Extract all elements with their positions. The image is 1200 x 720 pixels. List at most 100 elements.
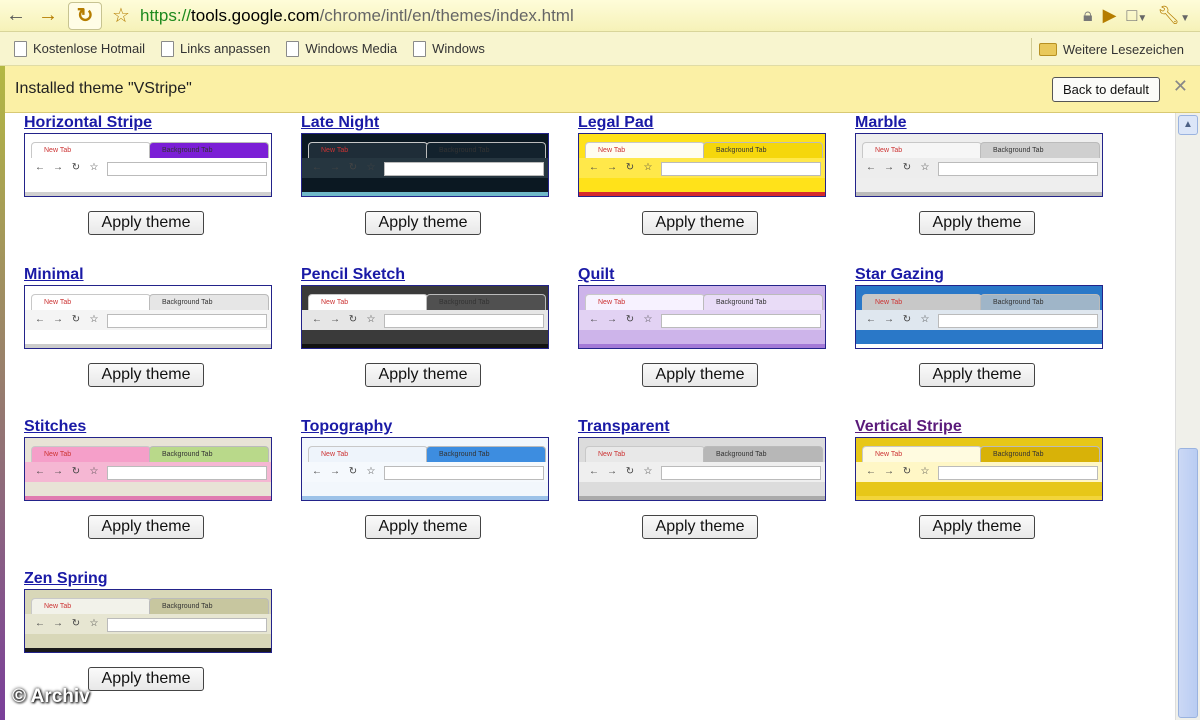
thumb-back-icon: ← <box>866 162 876 173</box>
thumb-star-icon: ☆ <box>920 314 930 325</box>
thumbnail-tabstrip: New Tab Background Tab <box>302 142 548 158</box>
back-arrow-icon[interactable]: ← <box>0 1 32 31</box>
theme-thumbnail[interactable]: New Tab Background Tab ← → ↻ ☆ <box>855 133 1103 197</box>
theme-title-link[interactable]: Legal Pad <box>578 113 826 133</box>
thumbnail-tabstrip: New Tab Background Tab <box>579 142 825 158</box>
theme-thumbnail[interactable]: New Tab Background Tab ← → ↻ ☆ <box>855 437 1103 501</box>
thumbnail-omnibox <box>384 162 544 176</box>
theme-thumbnail[interactable]: New Tab Background Tab ← → ↻ ☆ <box>24 133 272 197</box>
theme-thumbnail[interactable]: New Tab Background Tab ← → ↻ ☆ <box>578 133 826 197</box>
thumbnail-active-tab: New Tab <box>308 446 428 462</box>
thumbnail-active-tab: New Tab <box>585 294 705 310</box>
folder-icon <box>1038 42 1057 56</box>
thumb-forward-icon: → <box>884 466 894 477</box>
theme-title-link[interactable]: Pencil Sketch <box>301 265 549 285</box>
theme-title-link[interactable]: Minimal <box>24 265 272 285</box>
apply-theme-button[interactable]: Apply theme <box>88 515 204 539</box>
apply-theme-button[interactable]: Apply theme <box>642 211 758 235</box>
url-scheme: https:// <box>140 5 192 25</box>
theme-title-link[interactable]: Horizontal Stripe <box>24 113 272 133</box>
theme-thumbnail[interactable]: New Tab Background Tab ← → ↻ ☆ <box>24 589 272 653</box>
theme-thumbnail[interactable]: New Tab Background Tab ← → ↻ ☆ <box>578 285 826 349</box>
reload-icon[interactable]: ↻ <box>68 1 102 30</box>
thumb-forward-icon: → <box>884 162 894 173</box>
theme-thumbnail[interactable]: New Tab Background Tab ← → ↻ ☆ <box>24 437 272 501</box>
apply-theme-button[interactable]: Apply theme <box>642 515 758 539</box>
theme-card: Stitches New Tab Background Tab ← → ↻ ☆ Apply t… <box>24 417 272 565</box>
page-menu-icon[interactable]: □▼ <box>1126 5 1147 26</box>
play-icon[interactable]: ▶ <box>1103 5 1117 26</box>
bookmark-label: Windows Media <box>305 41 398 56</box>
thumbnail-accent <box>579 344 825 348</box>
thumb-reload-icon: ↻ <box>348 162 358 173</box>
thumb-forward-icon: → <box>330 162 340 173</box>
thumbnail-background-tab: Background Tab <box>426 446 546 462</box>
theme-card: Vertical Stripe New Tab Background Tab ← → ↻ ☆… <box>855 417 1103 565</box>
other-bookmarks[interactable]: Weitere Lesezeichen <box>1038 32 1184 66</box>
thumb-star-icon: ☆ <box>920 466 930 477</box>
theme-card: Star Gazing New Tab Background Tab ← → ↻ ☆ Appl… <box>855 265 1103 413</box>
apply-theme-button[interactable]: Apply theme <box>919 211 1035 235</box>
thumbnail-omnibox <box>384 314 544 328</box>
bookmarks-separator <box>1031 38 1032 60</box>
apply-theme-button[interactable]: Apply theme <box>88 211 204 235</box>
bookmark-item[interactable]: Kostenlose Hotmail <box>14 40 145 57</box>
thumbnail-active-tab: New Tab <box>31 446 151 462</box>
theme-card: Quilt New Tab Background Tab ← → ↻ ☆ Apply them… <box>578 265 826 413</box>
apply-theme-button[interactable]: Apply theme <box>365 211 481 235</box>
thumb-back-icon: ← <box>35 466 45 477</box>
vertical-scrollbar[interactable]: ▲ <box>1175 113 1200 720</box>
thumb-star-icon: ☆ <box>89 618 99 629</box>
thumbnail-background-tab: Background Tab <box>703 446 823 462</box>
bookmark-star-icon[interactable]: ☆ <box>106 3 136 28</box>
thumbnail-accent <box>25 344 271 348</box>
theme-title-link[interactable]: Vertical Stripe <box>855 417 1103 437</box>
thumb-reload-icon: ↻ <box>902 162 912 173</box>
thumbnail-accent <box>25 496 271 500</box>
theme-title-link[interactable]: Zen Spring <box>24 569 272 589</box>
apply-theme-button[interactable]: Apply theme <box>88 667 204 691</box>
theme-title-link[interactable]: Late Night <box>301 113 549 133</box>
bookmark-item[interactable]: Links anpassen <box>161 40 270 57</box>
back-to-default-button[interactable]: Back to default <box>1052 77 1160 102</box>
close-icon[interactable]: ✕ <box>1173 76 1188 97</box>
apply-theme-button[interactable]: Apply theme <box>365 363 481 387</box>
theme-title-link[interactable]: Quilt <box>578 265 826 285</box>
thumb-reload-icon: ↻ <box>625 314 635 325</box>
apply-theme-button[interactable]: Apply theme <box>365 515 481 539</box>
theme-title-link[interactable]: Marble <box>855 113 1103 133</box>
scrollbar-thumb[interactable] <box>1178 448 1198 718</box>
bookmark-item[interactable]: Windows <box>413 40 485 57</box>
thumb-reload-icon: ↻ <box>71 162 81 173</box>
thumbnail-tabstrip: New Tab Background Tab <box>25 294 271 310</box>
thumb-back-icon: ← <box>35 162 45 173</box>
theme-thumbnail[interactable]: New Tab Background Tab ← → ↻ ☆ <box>301 285 549 349</box>
apply-theme-button[interactable]: Apply theme <box>642 363 758 387</box>
scroll-up-arrow-icon[interactable]: ▲ <box>1178 115 1198 135</box>
theme-title-link[interactable]: Star Gazing <box>855 265 1103 285</box>
lock-icon[interactable]: 🔒︎ <box>1083 5 1093 26</box>
thumbnail-tabstrip: New Tab Background Tab <box>856 294 1102 310</box>
thumb-back-icon: ← <box>312 466 322 477</box>
theme-thumbnail[interactable]: New Tab Background Tab ← → ↻ ☆ <box>301 133 549 197</box>
theme-thumbnail[interactable]: New Tab Background Tab ← → ↻ ☆ <box>24 285 272 349</box>
apply-theme-button[interactable]: Apply theme <box>919 515 1035 539</box>
page-icon <box>161 40 174 57</box>
theme-title-link[interactable]: Transparent <box>578 417 826 437</box>
theme-card: Late Night New Tab Background Tab ← → ↻ ☆ Apply… <box>301 113 549 261</box>
wrench-menu-icon[interactable]: 🔧︎▼ <box>1157 5 1190 26</box>
thumbnail-tabstrip: New Tab Background Tab <box>25 598 271 614</box>
forward-arrow-icon[interactable]: → <box>32 1 64 31</box>
bookmark-item[interactable]: Windows Media <box>286 40 398 57</box>
thumb-forward-icon: → <box>53 162 63 173</box>
apply-theme-button[interactable]: Apply theme <box>88 363 204 387</box>
apply-theme-button[interactable]: Apply theme <box>919 363 1035 387</box>
theme-card: Minimal New Tab Background Tab ← → ↻ ☆ Apply th… <box>24 265 272 413</box>
theme-thumbnail[interactable]: New Tab Background Tab ← → ↻ ☆ <box>855 285 1103 349</box>
theme-title-link[interactable]: Topography <box>301 417 549 437</box>
thumbnail-tabstrip: New Tab Background Tab <box>856 142 1102 158</box>
theme-thumbnail[interactable]: New Tab Background Tab ← → ↻ ☆ <box>301 437 549 501</box>
theme-title-link[interactable]: Stitches <box>24 417 272 437</box>
theme-thumbnail[interactable]: New Tab Background Tab ← → ↻ ☆ <box>578 437 826 501</box>
address-bar[interactable]: https://tools.google.com/chrome/intl/en/… <box>136 6 1083 26</box>
